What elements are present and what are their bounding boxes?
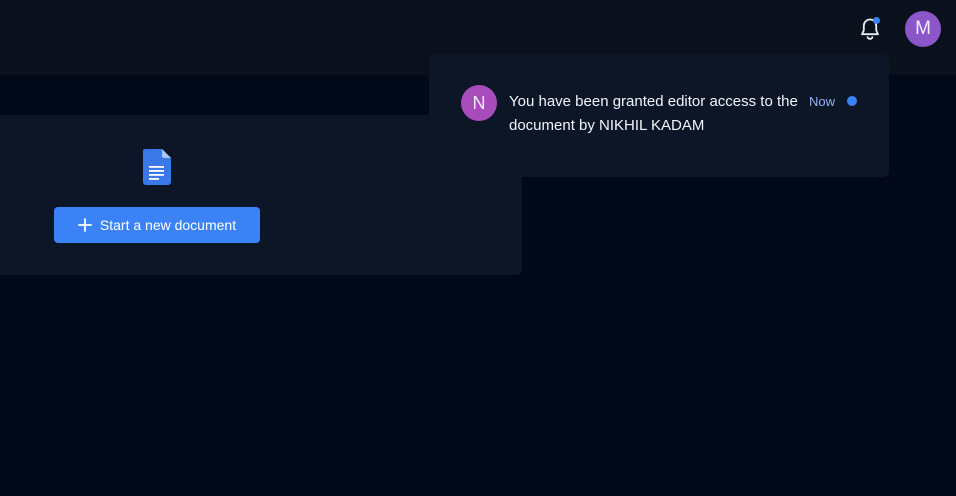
- plus-icon: [78, 218, 92, 232]
- unread-indicator-dot: [847, 96, 857, 106]
- notification-sender-avatar: N: [461, 85, 497, 121]
- start-new-document-label: Start a new document: [99, 217, 237, 233]
- document-icon: [143, 149, 171, 185]
- notification-indicator-dot: [873, 17, 880, 24]
- notification-time: Now: [809, 94, 836, 109]
- notification-message[interactable]: You have been granted editor access to t…: [509, 90, 799, 138]
- start-new-document-button[interactable]: Start a new document: [54, 207, 260, 243]
- user-avatar[interactable]: M: [905, 11, 941, 47]
- notifications-button[interactable]: [856, 14, 884, 44]
